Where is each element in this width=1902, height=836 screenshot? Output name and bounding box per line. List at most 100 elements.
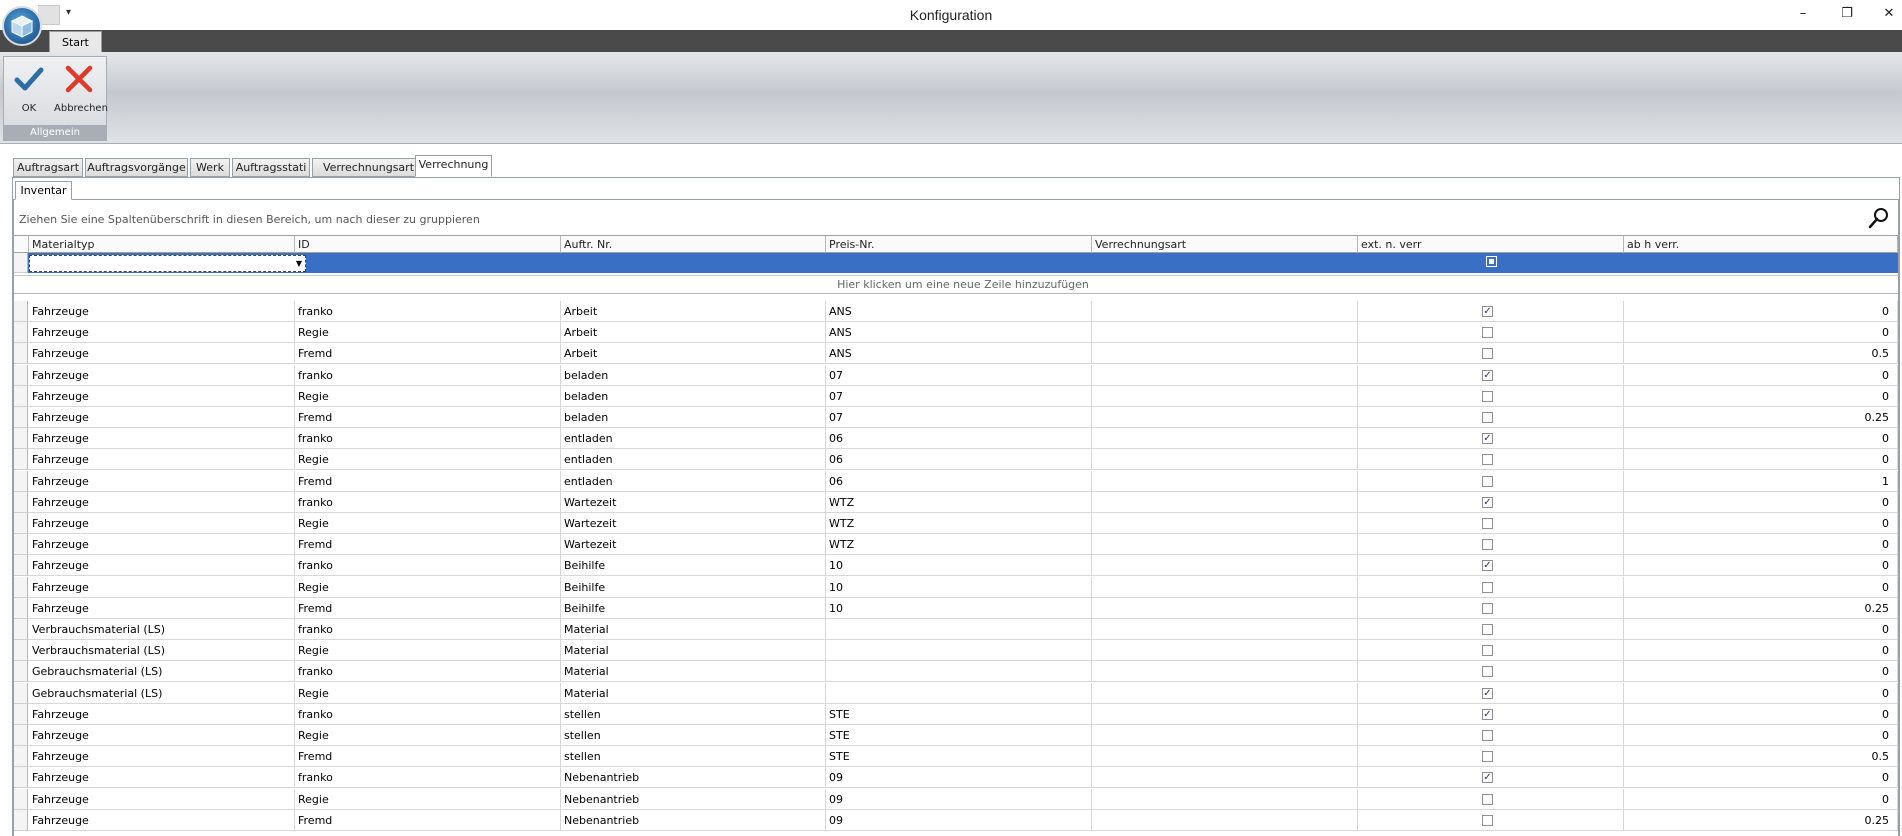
cell-preis-nr[interactable]: 06	[826, 428, 1092, 450]
cell-verrechnungsart[interactable]	[1092, 746, 1358, 768]
cell-verrechnungsart[interactable]	[1092, 534, 1358, 556]
ext-n-verr-checkbox[interactable]: ✓	[1482, 306, 1493, 317]
ext-n-verr-checkbox[interactable]: ✓	[1482, 369, 1493, 381]
row-selector[interactable]	[14, 322, 28, 344]
cell-verrechnungsart[interactable]	[1092, 513, 1358, 534]
group-by-panel[interactable]: Ziehen Sie eine Spaltenüberschrift in di…	[14, 205, 1898, 235]
ext-n-verr-checkbox[interactable]	[1482, 602, 1493, 614]
cell-materialtyp[interactable]: Fahrzeuge	[29, 767, 295, 789]
table-row[interactable]: Fahrzeuge franko Nebenantrieb 09 ✓ 0	[14, 767, 1898, 789]
cell-ext-n-verr[interactable]	[1358, 534, 1624, 556]
ext-n-verr-checkbox[interactable]: ✓	[1482, 433, 1493, 445]
cell-ext-n-verr[interactable]	[1358, 725, 1624, 746]
row-selector[interactable]	[14, 470, 28, 492]
row-selector[interactable]	[14, 534, 28, 556]
cell-id[interactable]: franko	[295, 619, 561, 640]
row-selector[interactable]	[14, 301, 28, 322]
cell-preis-nr[interactable]: 07	[826, 385, 1092, 407]
table-row[interactable]: Fahrzeuge Regie Nebenantrieb 09 0	[14, 788, 1898, 810]
cell-verrechnungsart[interactable]	[1092, 555, 1358, 577]
row-selector[interactable]	[14, 364, 28, 386]
cell-ab-h-verr[interactable]: 0.5	[1624, 343, 1898, 365]
cell-ab-h-verr[interactable]: 0.5	[1624, 746, 1898, 768]
ext-n-verr-checkbox[interactable]	[1482, 645, 1493, 657]
cell-auftr-nr[interactable]: Beihilfe	[561, 555, 826, 577]
table-row[interactable]: Fahrzeuge Fremd Nebenantrieb 09 0.25	[14, 809, 1898, 831]
cell-auftr-nr[interactable]: stellen	[561, 746, 826, 768]
cell-verrechnungsart[interactable]	[1092, 576, 1358, 598]
table-row[interactable]: Fahrzeuge Regie stellen STE 0	[14, 725, 1898, 746]
cell-materialtyp[interactable]: Fahrzeuge	[29, 746, 295, 768]
cell-id[interactable]: franko	[295, 767, 561, 789]
cell-auftr-nr[interactable]: Beihilfe	[561, 597, 826, 619]
cell-ext-n-verr[interactable]	[1358, 661, 1624, 683]
cell-verrechnungsart[interactable]	[1092, 449, 1358, 471]
minimize-button[interactable]: –	[1788, 3, 1818, 25]
cell-verrechnungsart[interactable]	[1092, 640, 1358, 662]
row-selector[interactable]	[14, 407, 28, 428]
cell-preis-nr[interactable]	[826, 619, 1092, 640]
ext-n-verr-checkbox[interactable]	[1482, 539, 1493, 551]
cell-ab-h-verr[interactable]: 0	[1624, 301, 1898, 322]
tab-auftragsstati[interactable]: Auftragsstati	[232, 158, 310, 177]
tab-auftragsvorgaenge[interactable]: Auftragsvorgänge	[85, 158, 188, 177]
cell-materialtyp[interactable]: Fahrzeuge	[29, 364, 295, 386]
table-row[interactable]: Fahrzeuge Fremd Beihilfe 10 0.25	[14, 597, 1898, 619]
cell-auftr-nr[interactable]: Arbeit	[561, 301, 826, 322]
ok-button[interactable]: OK	[4, 59, 54, 119]
cell-verrechnungsart[interactable]	[1092, 364, 1358, 386]
cell-preis-nr[interactable]: 09	[826, 767, 1092, 789]
cell-verrechnungsart[interactable]	[1092, 725, 1358, 746]
column-header-ext-n-verr[interactable]: ext. n. verr	[1358, 235, 1624, 253]
cell-ext-n-verr[interactable]	[1358, 385, 1624, 407]
cell-ab-h-verr[interactable]: 0	[1624, 491, 1898, 513]
cell-id[interactable]: Fremd	[295, 746, 561, 768]
cell-ab-h-verr[interactable]: 0	[1624, 555, 1898, 577]
cell-ext-n-verr[interactable]	[1358, 619, 1624, 640]
table-row[interactable]: Fahrzeuge Fremd entladen 06 1	[14, 470, 1898, 492]
cell-verrechnungsart[interactable]	[1092, 682, 1358, 704]
cell-materialtyp[interactable]: Fahrzeuge	[29, 513, 295, 534]
cell-auftr-nr[interactable]: stellen	[561, 725, 826, 746]
cell-id[interactable]: Regie	[295, 640, 561, 662]
column-header-preis-nr[interactable]: Preis-Nr.	[826, 235, 1092, 253]
cell-ab-h-verr[interactable]: 0	[1624, 428, 1898, 450]
tab-auftragsart[interactable]: Auftragsart	[13, 158, 83, 177]
cell-auftr-nr[interactable]: beladen	[561, 364, 826, 386]
cell-ext-n-verr[interactable]	[1358, 809, 1624, 831]
cell-ab-h-verr[interactable]: 0	[1624, 576, 1898, 598]
cell-ext-n-verr[interactable]: ✓	[1358, 767, 1624, 789]
table-row[interactable]: Fahrzeuge Fremd stellen STE 0.5	[14, 746, 1898, 768]
ext-n-verr-checkbox[interactable]	[1482, 666, 1493, 678]
cell-verrechnungsart[interactable]	[1092, 597, 1358, 619]
cell-auftr-nr[interactable]: Material	[561, 661, 826, 683]
table-row[interactable]: Gebrauchsmaterial (LS) Regie Material ✓ 0	[14, 682, 1898, 704]
row-selector[interactable]	[14, 661, 28, 683]
cell-preis-nr[interactable]: 06	[826, 449, 1092, 471]
cell-verrechnungsart[interactable]	[1092, 703, 1358, 725]
cell-ab-h-verr[interactable]: 0	[1624, 534, 1898, 556]
ext-n-verr-checkbox[interactable]	[1482, 454, 1493, 466]
table-row[interactable]: Fahrzeuge Fremd beladen 07 0.25	[14, 407, 1898, 428]
cell-preis-nr[interactable]: 07	[826, 364, 1092, 386]
ext-n-verr-filter-checkbox[interactable]	[1486, 256, 1497, 267]
cell-verrechnungsart[interactable]	[1092, 322, 1358, 344]
cell-ext-n-verr[interactable]	[1358, 343, 1624, 365]
row-selector[interactable]	[14, 640, 28, 662]
cell-materialtyp[interactable]: Fahrzeuge	[29, 491, 295, 513]
materialtyp-filter-dropdown[interactable]: ▼	[29, 255, 306, 272]
cell-auftr-nr[interactable]: entladen	[561, 449, 826, 471]
cell-id[interactable]: franko	[295, 428, 561, 450]
cell-auftr-nr[interactable]: Arbeit	[561, 322, 826, 344]
row-selector[interactable]	[14, 746, 28, 768]
cell-id[interactable]: franko	[295, 301, 561, 322]
cell-ext-n-verr[interactable]: ✓	[1358, 682, 1624, 704]
cell-ext-n-verr[interactable]	[1358, 746, 1624, 768]
cell-ext-n-verr[interactable]	[1358, 640, 1624, 662]
cell-materialtyp[interactable]: Verbrauchsmaterial (LS)	[29, 619, 295, 640]
cell-auftr-nr[interactable]: entladen	[561, 428, 826, 450]
column-header-materialtyp[interactable]: Materialtyp	[29, 235, 295, 253]
table-row[interactable]: Fahrzeuge Regie Arbeit ANS 0	[14, 322, 1898, 344]
ext-n-verr-checkbox[interactable]	[1482, 327, 1493, 339]
ext-n-verr-checkbox[interactable]	[1482, 390, 1493, 402]
